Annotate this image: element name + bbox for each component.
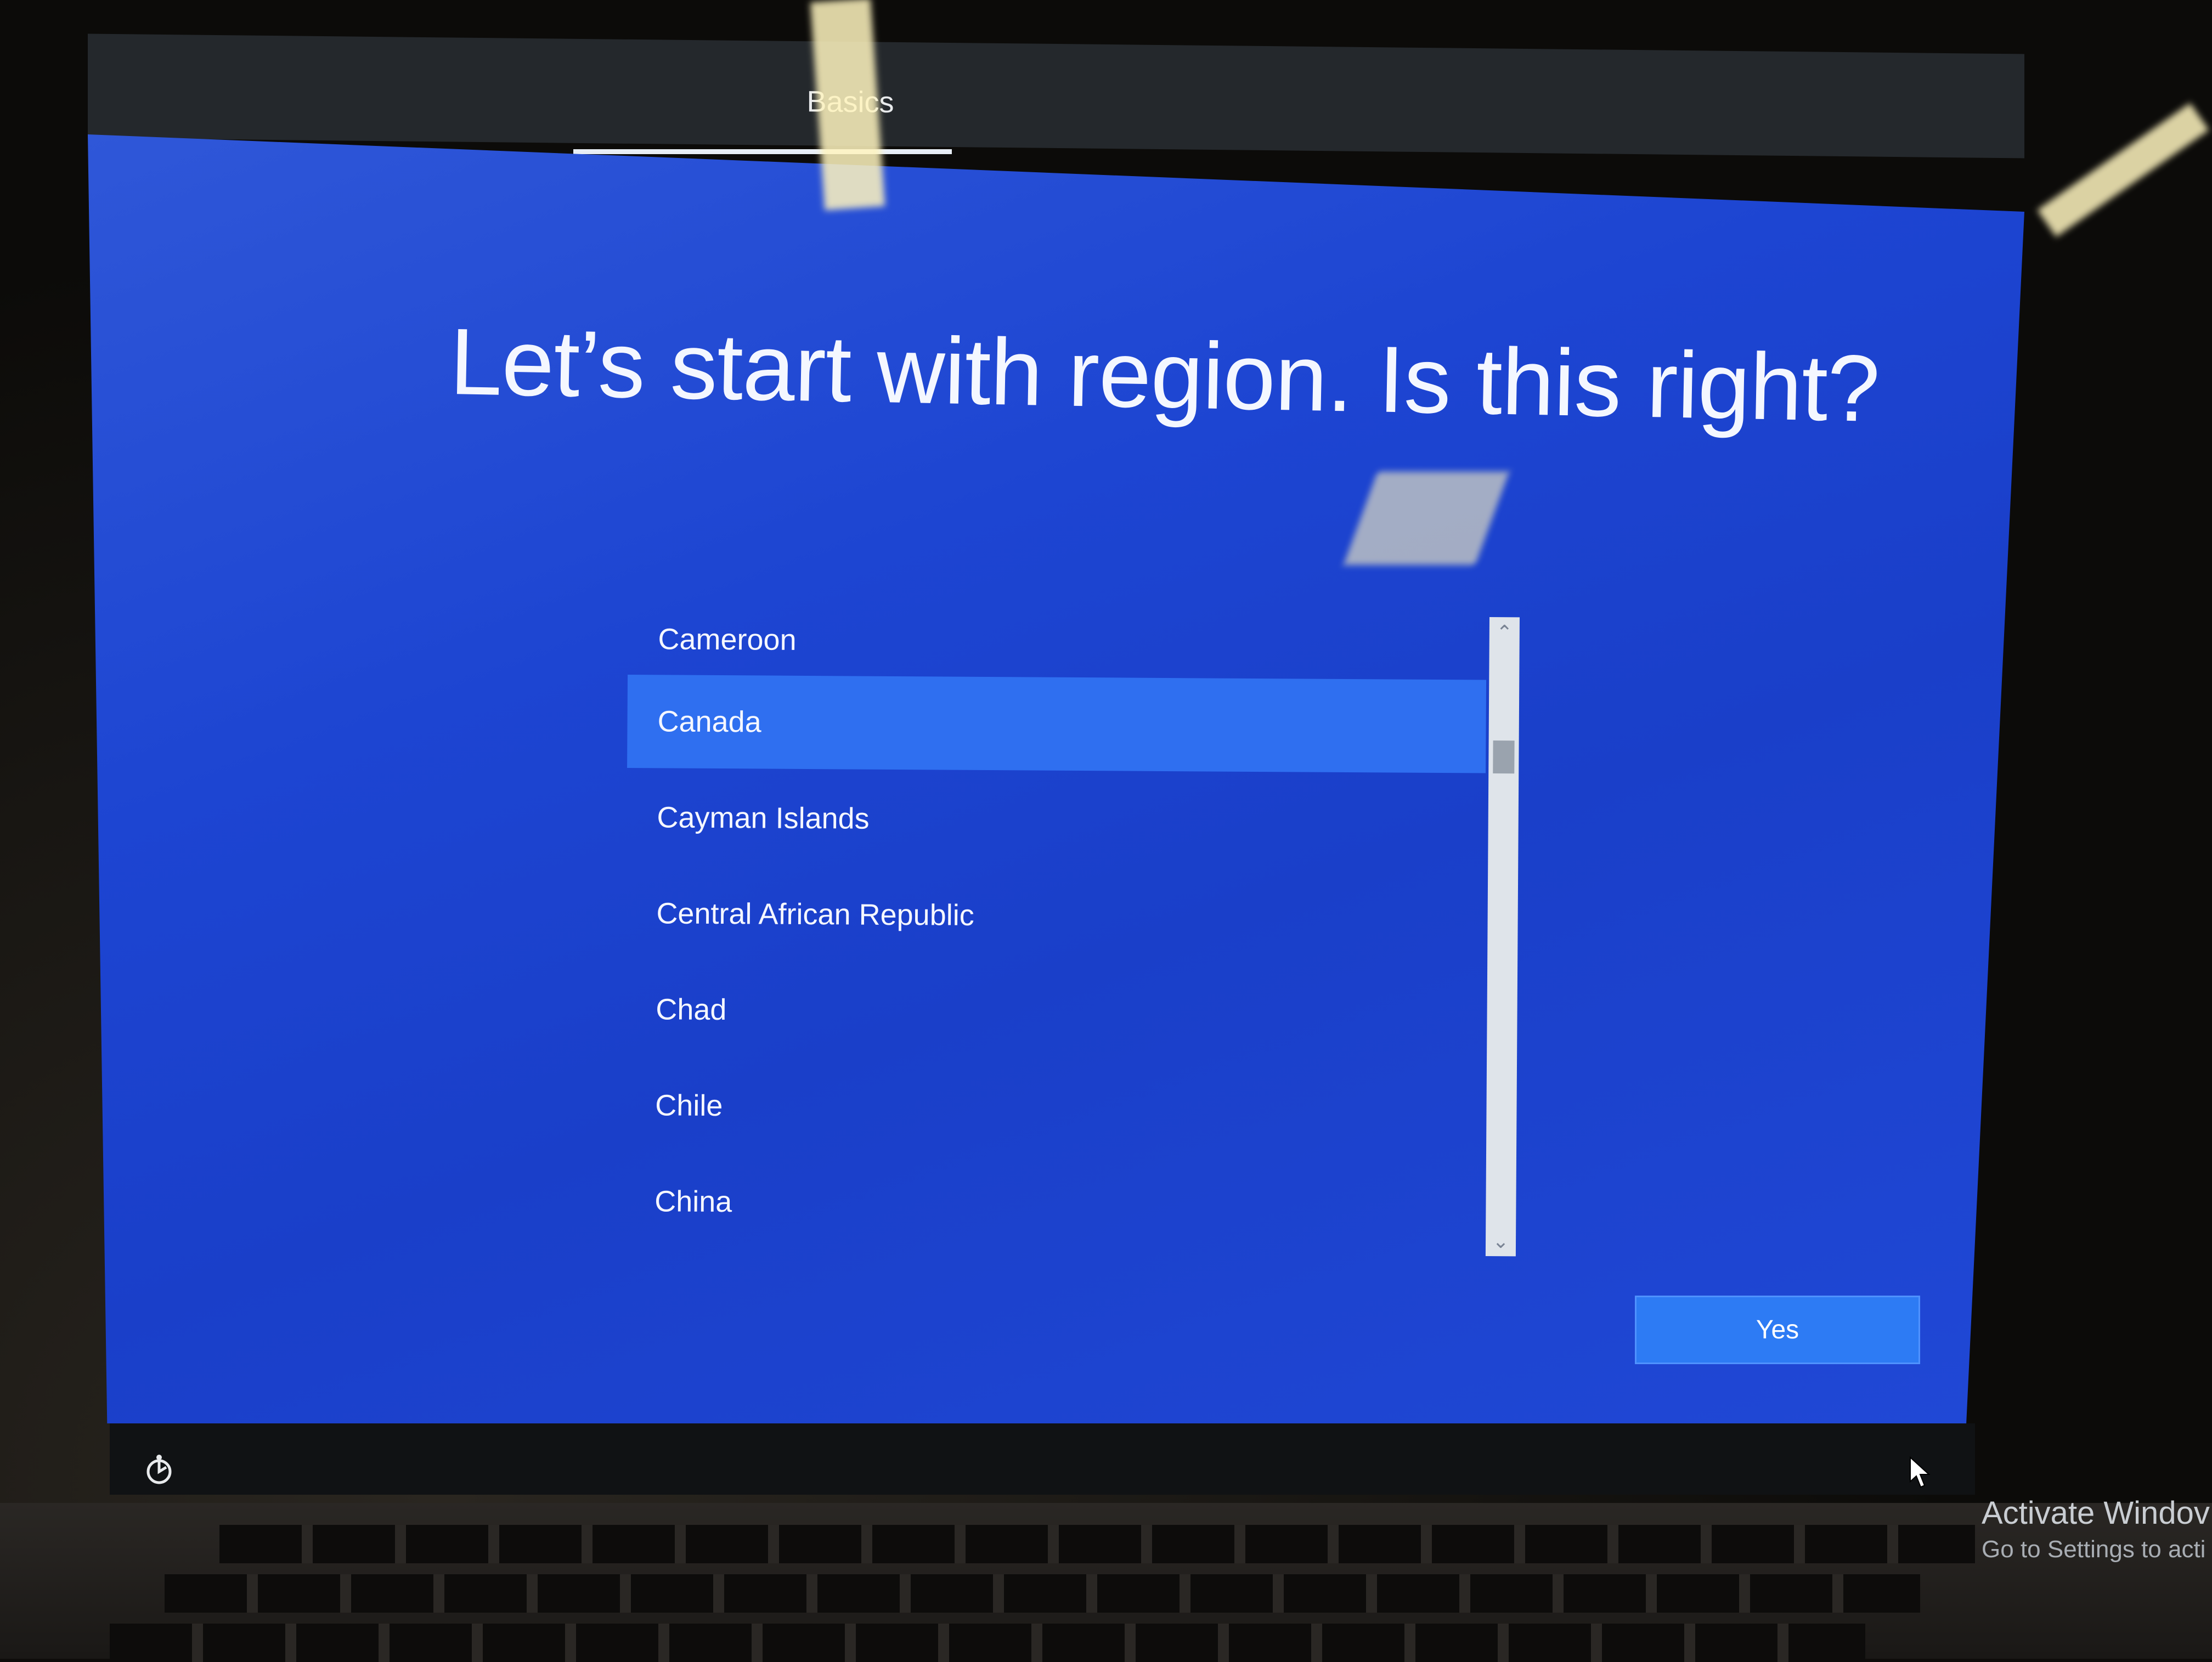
chevron-down-icon[interactable]: ⌄	[1486, 1226, 1516, 1256]
region-list[interactable]: Cameroon Canada Cayman Islands Central A…	[624, 592, 1487, 1264]
region-item-central-african-republic[interactable]: Central African Republic	[626, 867, 1485, 965]
region-item-label: Canada	[657, 705, 761, 739]
activate-watermark-subtitle: Go to Settings to acti	[1982, 1536, 2206, 1563]
keyboard-row	[165, 1574, 1920, 1613]
activate-watermark-title: Activate Windov	[1982, 1495, 2210, 1531]
accessibility-icon[interactable]	[140, 1451, 178, 1489]
oobe-bottom-bar	[110, 1423, 1975, 1495]
mouse-cursor-icon	[1909, 1456, 1931, 1489]
laptop-keyboard	[0, 1503, 2212, 1662]
activate-windows-watermark: Activate Windov Go to Settings to acti	[1982, 1495, 2212, 1563]
region-item-chile[interactable]: Chile	[625, 1059, 1484, 1157]
photo-scene: Basics Let’s start with region. Is this …	[0, 0, 2212, 1662]
region-item-cayman-islands[interactable]: Cayman Islands	[627, 771, 1486, 869]
yes-button-label: Yes	[1756, 1315, 1799, 1344]
region-list-scrollbar[interactable]: ⌃ ⌄	[1485, 617, 1520, 1257]
scrollbar-thumb[interactable]	[1493, 740, 1515, 774]
region-item-label: Cameroon	[658, 623, 797, 657]
keyboard-row	[110, 1624, 1865, 1662]
region-item-canada[interactable]: Canada	[627, 674, 1487, 773]
region-item-label: Chad	[656, 993, 727, 1027]
region-item-china[interactable]: China	[624, 1155, 1483, 1253]
glare-reflection	[2037, 103, 2209, 238]
tab-active-indicator	[573, 149, 952, 154]
chevron-up-icon[interactable]: ⌃	[1489, 617, 1520, 647]
region-item-label: Cayman Islands	[657, 801, 870, 835]
region-item-label: Central African Republic	[656, 897, 974, 932]
region-item-chad[interactable]: Chad	[625, 963, 1485, 1061]
oobe-top-bar: Basics	[88, 33, 2024, 159]
region-item-label: Chile	[655, 1089, 723, 1123]
yes-button[interactable]: Yes	[1635, 1296, 1920, 1364]
keyboard-row	[219, 1525, 1975, 1563]
region-item-label: China	[654, 1185, 732, 1219]
